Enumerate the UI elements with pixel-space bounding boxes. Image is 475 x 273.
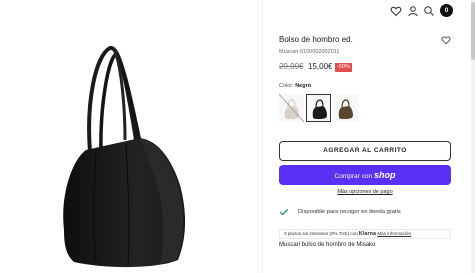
product-image[interactable] [0, 0, 262, 273]
swatch-bag-image [279, 94, 304, 122]
scrollbar[interactable] [471, 0, 475, 273]
price-sale: 15,00€ [308, 62, 333, 71]
klarna-logo: Klarna [358, 231, 377, 237]
user-icon[interactable] [407, 5, 419, 17]
swatch-bag-image [312, 99, 327, 119]
product-sku: Muscari-5100002002011 [279, 49, 340, 55]
cart-count: 0 [444, 7, 449, 14]
color-label: Color: [279, 83, 294, 89]
color-swatch-negro[interactable] [306, 94, 331, 122]
add-to-cart-button[interactable]: AGREGAR AL CARRITO [279, 141, 451, 161]
color-value: Negro [295, 83, 312, 89]
klarna-banner: 3 plazos sin intereses (0% TAE) con Klar… [279, 229, 451, 239]
check-icon [279, 209, 289, 216]
shop-pay-prefix: Comprar con [334, 173, 373, 180]
product-description: Muscari bolso de hombro de Misako [279, 242, 376, 248]
color-selector-label: Color: Negro [279, 83, 311, 89]
product-title: Bolso de hombro ed. [279, 35, 353, 44]
wishlist-heart-icon[interactable] [441, 35, 451, 45]
shop-pay-logo: shop [373, 170, 396, 180]
more-payment-options-link[interactable]: Más opciones de pago [279, 189, 451, 195]
product-image-pane [0, 0, 262, 273]
swatch-bag-image [338, 99, 353, 119]
shop-pay-button[interactable]: Comprar con shop [279, 165, 451, 185]
color-swatch-beige[interactable] [279, 94, 304, 122]
discount-badge: -50% [335, 63, 352, 72]
price-original: 29,99€ [279, 62, 304, 71]
scrollbar-thumb[interactable] [471, 2, 475, 60]
color-swatch-marron[interactable] [333, 94, 358, 122]
heart-icon[interactable] [390, 5, 402, 17]
cart-icon[interactable]: 0 [440, 4, 453, 17]
klarna-info-link[interactable]: Más información [377, 231, 411, 236]
availability-text: Disponible para recoger en tienda gratis [298, 209, 401, 215]
klarna-text: 3 plazos sin intereses (0% TAE) con [284, 231, 358, 236]
search-icon[interactable] [423, 5, 435, 17]
